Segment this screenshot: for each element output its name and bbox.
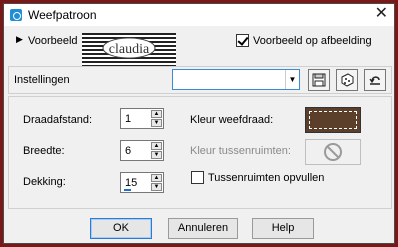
fill-gaps-checkbox[interactable]	[191, 171, 204, 184]
width-stepper[interactable]: ▲ ▼	[151, 142, 162, 159]
close-button[interactable]: ✕	[375, 5, 388, 23]
claudia-logo: claudia	[82, 33, 176, 67]
save-icon	[312, 73, 326, 87]
opacity-value: 15	[125, 177, 138, 189]
save-preset-button[interactable]	[308, 69, 330, 91]
ok-button[interactable]: OK	[90, 218, 152, 239]
app-icon	[10, 9, 22, 21]
opacity-level-bar	[124, 189, 131, 191]
reset-defaults-button[interactable]	[364, 69, 386, 91]
gap-size-value: 1	[125, 113, 132, 125]
weave-color-label: Kleur weefdraad:	[190, 114, 274, 126]
preview-on-image-checkbox[interactable]	[236, 34, 249, 47]
presets-dropdown[interactable]: ▼	[172, 69, 300, 90]
opacity-stepper[interactable]: ▲ ▼	[151, 174, 162, 191]
stepper-down-icon[interactable]: ▼	[151, 183, 162, 191]
cancel-button[interactable]: Annuleren	[168, 218, 238, 239]
reset-icon	[369, 76, 380, 85]
stepper-up-icon[interactable]: ▲	[151, 110, 162, 118]
presets-bar: Instellingen ▼	[8, 66, 392, 94]
gap-size-stepper[interactable]: ▲ ▼	[151, 110, 162, 127]
stepper-down-icon[interactable]: ▼	[151, 119, 162, 127]
preview-toggle-label[interactable]: Voorbeeld	[28, 35, 78, 47]
help-button[interactable]: Help	[252, 218, 314, 239]
randomize-button[interactable]	[336, 69, 358, 91]
window-title: Weefpatroon	[28, 8, 97, 22]
fill-gaps-label[interactable]: Tussenruimten opvullen	[208, 172, 324, 184]
parameters-panel: Draadafstand: 1 ▲ ▼ Breedte: 6 ▲ ▼ Dekking…	[8, 96, 392, 209]
stepper-down-icon[interactable]: ▼	[151, 151, 162, 159]
gap-color-label: Kleur tussenruimten:	[190, 145, 291, 157]
chevron-down-icon[interactable]: ▼	[285, 70, 299, 89]
weave-dialog: Weefpatroon ✕ ▶ Voorbeeld claudia Voorbe…	[3, 3, 395, 244]
width-field[interactable]: 6 ▲ ▼	[120, 140, 164, 161]
title-bar: Weefpatroon ✕	[4, 4, 394, 26]
width-value: 6	[125, 145, 132, 157]
weave-color-swatch[interactable]	[305, 107, 361, 133]
dice-icon	[341, 73, 354, 87]
width-label: Breedte:	[23, 145, 65, 157]
logo-text: claudia	[109, 42, 150, 57]
stepper-up-icon[interactable]: ▲	[151, 142, 162, 150]
gap-size-label: Draadafstand:	[23, 114, 93, 126]
expand-preview-arrow-icon[interactable]: ▶	[16, 34, 23, 45]
gap-color-swatch	[305, 139, 361, 165]
stepper-up-icon[interactable]: ▲	[151, 174, 162, 182]
opacity-field[interactable]: 15 ▲ ▼	[120, 172, 164, 193]
preview-on-image-label[interactable]: Voorbeeld op afbeelding	[253, 35, 372, 47]
gap-size-field[interactable]: 1 ▲ ▼	[120, 108, 164, 129]
weave-color-fill	[309, 111, 357, 129]
presets-label: Instellingen	[14, 74, 70, 86]
no-color-icon	[324, 143, 342, 161]
opacity-label: Dekking:	[23, 176, 66, 188]
